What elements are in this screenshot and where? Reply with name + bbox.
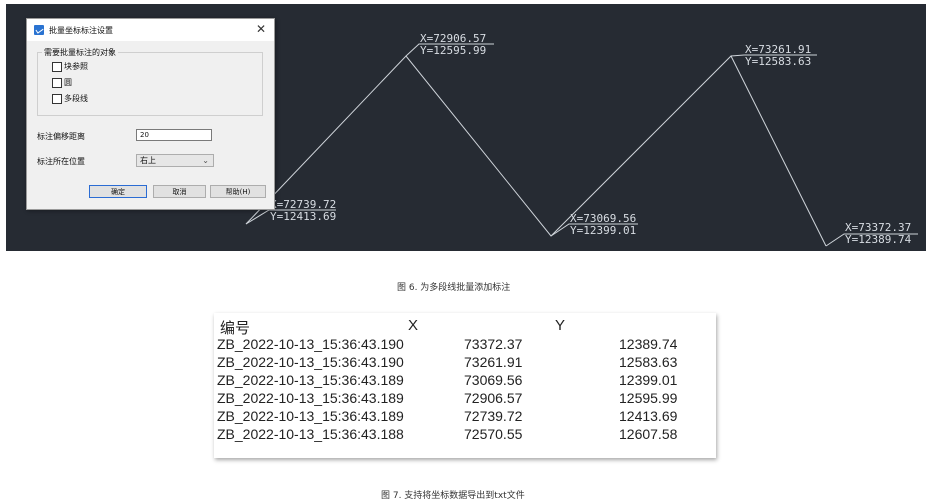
cell-y: 12595.99 (619, 390, 678, 406)
coord-label-1: X=72739.72 Y=12413.69 (270, 199, 336, 223)
cell-y: 12399.01 (619, 372, 678, 388)
chevron-down-icon: ⌄ (202, 156, 209, 165)
coord-y: Y=12389.74 (845, 233, 912, 246)
position-label: 标注所在位置 (37, 157, 85, 166)
checkbox-box[interactable] (52, 93, 62, 104)
figure-caption-1: 图 6. 为多段线批量添加标注 (397, 283, 511, 293)
checkbox-label: 块参照 (64, 62, 88, 71)
coord-label-4: X=73261.91 Y=12583.63 (745, 44, 811, 68)
cell-id: ZB_2022-10-13_15:36:43.190 (217, 336, 404, 352)
coord-y: Y=12413.69 (270, 210, 337, 223)
header-x: X (408, 317, 419, 334)
header-y: Y (555, 317, 566, 334)
checkbox-block-ref[interactable]: 块参照 (52, 61, 88, 72)
cell-x: 73069.56 (464, 372, 523, 388)
coord-y: Y=12595.99 (420, 44, 487, 57)
cell-x: 73372.37 (464, 336, 523, 352)
coord-label-2: X=72906.57 Y=12595.99 (420, 33, 486, 57)
cell-id: ZB_2022-10-13_15:36:43.189 (217, 390, 404, 406)
help-button[interactable]: 帮助(H) (210, 185, 266, 198)
header-id: 编号 (220, 320, 251, 337)
cell-x: 73261.91 (464, 354, 523, 370)
position-value: 右上 (140, 156, 156, 165)
exported-table: 编号 X Y ZB_2022-10-13_15:36:43.190 73372.… (214, 313, 716, 458)
figure-caption-2: 图 7. 支持将坐标数据导出到txt文件 (381, 491, 525, 501)
coord-y: Y=12583.63 (745, 55, 812, 68)
coord-label-5: X=73372.37 Y=12389.74 (845, 222, 911, 246)
cell-y: 12389.74 (619, 336, 678, 352)
group-label: 需要批量标注的对象 (42, 47, 118, 58)
dialog-titlebar[interactable]: 批量坐标标注设置 ✕ (27, 19, 274, 41)
table-row: ZB_2022-10-13_15:36:43.190 73372.37 1238… (214, 336, 716, 353)
coord-y: Y=12399.01 (570, 224, 637, 237)
checkbox-box[interactable] (52, 61, 62, 72)
table-row: ZB_2022-10-13_15:36:43.189 72906.57 1259… (214, 390, 716, 407)
checkbox-label: 圆 (64, 78, 72, 87)
coord-label-3: X=73069.56 Y=12399.01 (570, 213, 636, 237)
object-type-group: 需要批量标注的对象 块参照 圆 多段线 (37, 47, 263, 116)
position-select[interactable]: 右上 ⌄ (136, 154, 214, 167)
cancel-button[interactable]: 取消 (153, 185, 206, 198)
offset-label: 标注偏移距离 (37, 132, 85, 141)
checkbox-box[interactable] (52, 77, 62, 88)
table-row: ZB_2022-10-13_15:36:43.188 72570.55 1260… (214, 426, 716, 443)
cell-y: 12583.63 (619, 354, 678, 370)
table-row: ZB_2022-10-13_15:36:43.189 72739.72 1241… (214, 408, 716, 425)
cell-id: ZB_2022-10-13_15:36:43.188 (217, 426, 404, 442)
cell-x: 72570.55 (464, 426, 523, 442)
table-row: ZB_2022-10-13_15:36:43.189 73069.56 1239… (214, 372, 716, 389)
cell-y: 12413.69 (619, 408, 678, 424)
dialog-title: 批量坐标标注设置 (49, 26, 113, 35)
checkbox-label: 多段线 (64, 94, 88, 103)
cell-x: 72739.72 (464, 408, 523, 424)
cell-y: 12607.58 (619, 426, 678, 442)
table-row: ZB_2022-10-13_15:36:43.190 73261.91 1258… (214, 354, 716, 371)
batch-coordinate-dialog: 批量坐标标注设置 ✕ 需要批量标注的对象 块参照 圆 多段线 标注偏移距离 20… (26, 18, 275, 210)
cell-id: ZB_2022-10-13_15:36:43.189 (217, 408, 404, 424)
close-icon[interactable]: ✕ (256, 22, 266, 36)
ok-button[interactable]: 确定 (89, 185, 147, 198)
cell-id: ZB_2022-10-13_15:36:43.189 (217, 372, 404, 388)
cell-id: ZB_2022-10-13_15:36:43.190 (217, 354, 404, 370)
checkbox-circle[interactable]: 圆 (52, 77, 72, 88)
checkbox-polyline[interactable]: 多段线 (52, 93, 88, 104)
cell-x: 72906.57 (464, 390, 523, 406)
app-icon (34, 25, 44, 35)
offset-input[interactable]: 20 (136, 129, 212, 141)
